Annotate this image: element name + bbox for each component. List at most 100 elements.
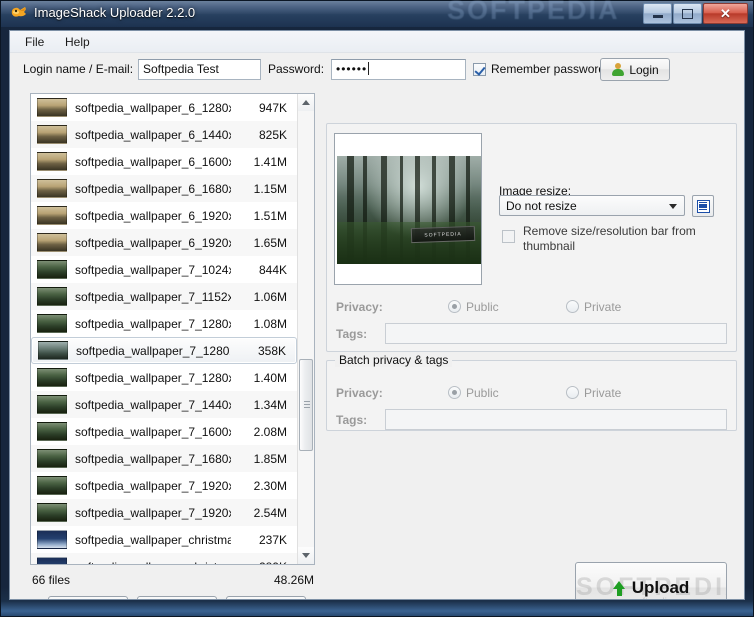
chevron-up-icon (302, 100, 310, 105)
close-icon: ✕ (720, 6, 731, 21)
file-size: 1.34M (253, 397, 287, 412)
privacy-private-radio[interactable] (566, 300, 579, 313)
file-size: 289K (231, 560, 297, 565)
batch-privacy-public-label: Public (466, 386, 499, 400)
file-name: softpedia_wallpaper_7_1440x... (75, 397, 231, 412)
file-thumbnail (37, 476, 67, 495)
client-area: File Help Login name / E-mail: Softpedia… (9, 30, 745, 600)
file-size: 825K (258, 127, 287, 142)
scrollbar-thumb[interactable] (299, 359, 313, 451)
menu-help[interactable]: Help (58, 34, 97, 50)
file-size: 1.65M (253, 235, 287, 250)
menubar: File Help (10, 31, 744, 53)
file-list-scrollbar[interactable] (297, 94, 314, 564)
file-list-item[interactable]: softpedia_wallpaper_7_1920x... 2.54M (31, 499, 297, 526)
caption-buttons: ✕ (643, 3, 748, 24)
image-resize-select[interactable]: Do not resize (499, 195, 685, 216)
file-size: 2.30M (253, 478, 287, 493)
file-thumbnail (37, 206, 67, 225)
scroll-down-button[interactable] (298, 547, 314, 564)
close-button[interactable]: ✕ (703, 3, 748, 24)
titlebar: SOFTPEDIA ImageShack Uploader 2.2.0 ✕ (0, 0, 754, 30)
tags-label: Tags: (336, 327, 368, 341)
batch-tags-label: Tags: (336, 413, 368, 427)
file-list-panel: softpedia_wallpaper_6_1280x... 947K softpe… (30, 93, 315, 565)
list-lines-icon (696, 199, 710, 213)
application-window: SOFTPEDIA ImageShack Uploader 2.2.0 ✕ Fi… (0, 0, 754, 617)
chevron-down-icon (669, 204, 677, 209)
privacy-public-label: Public (466, 300, 499, 314)
upload-button[interactable]: SOFTPEDIA www.softpedia.com Upload (575, 562, 727, 599)
total-size-label: 48.26M (273, 573, 314, 587)
user-icon (611, 63, 625, 76)
file-list-item[interactable]: softpedia_wallpaper_christmas... 237K (31, 526, 297, 553)
privacy-public-radio[interactable] (448, 300, 461, 313)
file-size: 1.85M (253, 451, 287, 466)
login-button-label: Login (629, 62, 659, 77)
login-name-input[interactable]: Softpedia Test (138, 59, 261, 80)
maximize-icon (682, 8, 693, 19)
file-list-item[interactable]: softpedia_wallpaper_6_1920x... 1.51M (31, 202, 297, 229)
file-list-item[interactable]: softpedia_wallpaper_6_1920x... 1.65M (31, 229, 297, 256)
file-list-item[interactable]: softpedia_wallpaper_christmas...289K (31, 553, 297, 564)
minimize-button[interactable] (643, 3, 672, 24)
file-size: 237K (258, 532, 287, 547)
image-preview: SOFTPEDIA (334, 133, 482, 285)
file-list-item[interactable]: softpedia_wallpaper_7_1280x... 1.08M (31, 310, 297, 337)
file-list[interactable]: softpedia_wallpaper_6_1280x... 947K softpe… (31, 94, 297, 564)
file-list-item[interactable]: softpedia_wallpaper_7_1280x... 1.40M (31, 364, 297, 391)
file-list-item[interactable]: softpedia_wallpaper_6_1600x... 1.41M (31, 148, 297, 175)
batch-tags-input[interactable] (385, 409, 727, 430)
preview-image: SOFTPEDIA (337, 156, 481, 264)
file-name: softpedia_wallpaper_christmas... (75, 560, 231, 565)
clear-button[interactable]: Clear (226, 596, 306, 599)
file-name: softpedia_wallpaper_6_1600x... (75, 154, 231, 169)
file-list-item[interactable]: softpedia_wallpaper_6_1440x... 825K (31, 121, 297, 148)
file-thumbnail (37, 98, 67, 117)
file-list-item[interactable]: softpedia_wallpaper_6_1680x... 1.15M (31, 175, 297, 202)
resize-presets-button[interactable] (692, 195, 714, 217)
file-name: softpedia_wallpaper_7_1680x... (75, 451, 231, 466)
batch-privacy-public-radio[interactable] (448, 386, 461, 399)
file-size: 358K (257, 343, 286, 358)
file-list-item[interactable]: softpedia_wallpaper_7_1600x... 2.08M (31, 418, 297, 445)
file-size: 1.41M (253, 154, 287, 169)
file-thumbnail (37, 449, 67, 468)
up-arrow-icon (612, 580, 626, 596)
file-list-item[interactable]: softpedia_wallpaper_7_1920x... 2.30M (31, 472, 297, 499)
login-button[interactable]: Login (600, 58, 670, 81)
minimize-icon (652, 15, 663, 18)
scroll-up-button[interactable] (298, 94, 314, 111)
tags-input[interactable] (385, 323, 727, 344)
file-size: 2.54M (253, 505, 287, 520)
remove-bar-checkbox[interactable] (502, 230, 515, 243)
file-name: softpedia_wallpaper_7_1024x... (75, 262, 231, 277)
remove-bar-label: Remove size/resolution bar from thumbnai… (523, 224, 696, 253)
file-thumbnail (37, 314, 67, 333)
file-list-item[interactable]: softpedia_wallpaper_7_1152x... 1.06M (31, 283, 297, 310)
file-list-item[interactable]: softpedia_wallpaper_7_1440x... 1.34M (31, 391, 297, 418)
menu-file[interactable]: File (18, 34, 51, 50)
file-list-item[interactable]: softpedia_wallpaper_7_1680x... 1.85M (31, 445, 297, 472)
file-name: softpedia_wallpaper_7_1280x... (76, 343, 230, 358)
text-caret (368, 62, 370, 75)
password-input[interactable]: •••••• (331, 59, 466, 80)
login-bar: Login name / E-mail: Softpedia Test Pass… (10, 53, 744, 87)
file-thumbnail (37, 422, 67, 441)
file-thumbnail (37, 395, 67, 414)
file-list-item[interactable]: softpedia_wallpaper_7_1024x... 844K (31, 256, 297, 283)
file-thumbnail (37, 287, 67, 306)
file-name: softpedia_wallpaper_6_1280x... (75, 100, 231, 115)
maximize-button[interactable] (673, 3, 702, 24)
file-name: softpedia_wallpaper_7_1280x... (75, 370, 231, 385)
remove-button[interactable]: Remove (137, 596, 217, 599)
batch-privacy-private-radio[interactable] (566, 386, 579, 399)
batch-privacy-private-label: Private (584, 386, 622, 400)
imageshack-frog-icon (11, 7, 26, 17)
add-button[interactable]: Add (48, 596, 128, 599)
file-name: softpedia_wallpaper_7_1920x... (75, 505, 231, 520)
file-list-item[interactable]: softpedia_wallpaper_7_1280x... 358K (31, 337, 297, 364)
file-list-item[interactable]: softpedia_wallpaper_6_1280x... 947K (31, 94, 297, 121)
file-name: softpedia_wallpaper_7_1152x... (75, 289, 231, 304)
remember-password-checkbox[interactable] (473, 63, 486, 76)
